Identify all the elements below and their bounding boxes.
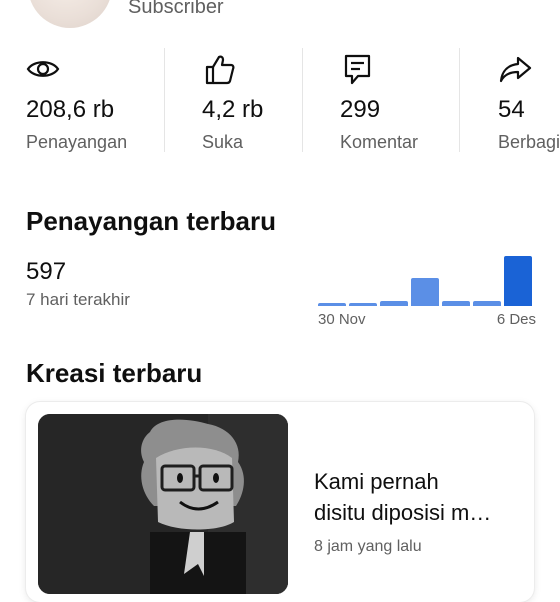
chart-bar-5-des: [473, 301, 501, 306]
thumbs-up-icon: [205, 55, 235, 85]
chart-bar-3-des: [411, 278, 439, 306]
recent-views-chart[interactable]: 30 Nov 6 Des: [312, 246, 540, 336]
section-title-recent-creations: Kreasi terbaru: [26, 358, 203, 388]
video-title-line-1: Kami pernah: [314, 469, 439, 494]
stat-likes-value: 4,2 rb: [202, 96, 264, 123]
video-timestamp: 8 jam yang lalu: [314, 538, 422, 555]
recent-views-period: 7 hari terakhir: [26, 290, 130, 309]
chart-bar-4-des: [442, 301, 470, 306]
stat-divider: [164, 48, 165, 152]
stat-views-label: Penayangan: [26, 132, 128, 152]
stats-row: 208,6 rb Penayangan 4,2 rb Suka 299 Kome…: [0, 44, 560, 156]
video-thumbnail[interactable]: [38, 414, 288, 594]
avatar-figure-image: [38, 414, 288, 594]
section-title-recent-views: Penayangan terbaru: [26, 206, 276, 236]
stat-views[interactable]: 208,6 rb Penayangan: [26, 44, 156, 156]
stat-comments-label: Komentar: [340, 132, 419, 152]
comment-icon: [344, 54, 371, 85]
chart-bar-2-des: [380, 301, 408, 306]
chart-bar-30-nov: [318, 303, 346, 306]
stat-comments[interactable]: 299 Komentar: [340, 44, 450, 156]
stat-views-value: 208,6 rb: [26, 96, 115, 123]
stat-shares-label: Berbagi: [498, 132, 560, 152]
channel-avatar[interactable]: [28, 0, 112, 28]
eye-icon: [26, 61, 60, 77]
stat-comments-value: 299: [340, 96, 381, 123]
chart-bar-6-des: [504, 256, 532, 306]
share-icon: [499, 56, 532, 83]
stat-likes-label: Suka: [202, 132, 244, 152]
video-card[interactable]: Kami pernah disitu diposisi m… 8 jam yan…: [26, 402, 534, 602]
chart-bar-1-des: [349, 303, 377, 306]
subscriber-label: Subscriber: [128, 0, 224, 18]
stat-shares[interactable]: 54 Berbagi: [498, 44, 560, 156]
stat-divider: [459, 48, 460, 152]
recent-views-total: 597: [26, 258, 67, 285]
stat-divider: [302, 48, 303, 152]
x-tick-label-end: 6 Des: [496, 311, 536, 328]
stat-shares-value: 54: [498, 96, 525, 123]
video-title[interactable]: Kami pernah disitu diposisi m…: [314, 466, 526, 528]
x-tick-label-start: 30 Nov: [318, 311, 366, 328]
video-title-line-2: disitu diposisi m…: [314, 500, 492, 525]
stat-likes[interactable]: 4,2 rb Suka: [202, 44, 292, 156]
